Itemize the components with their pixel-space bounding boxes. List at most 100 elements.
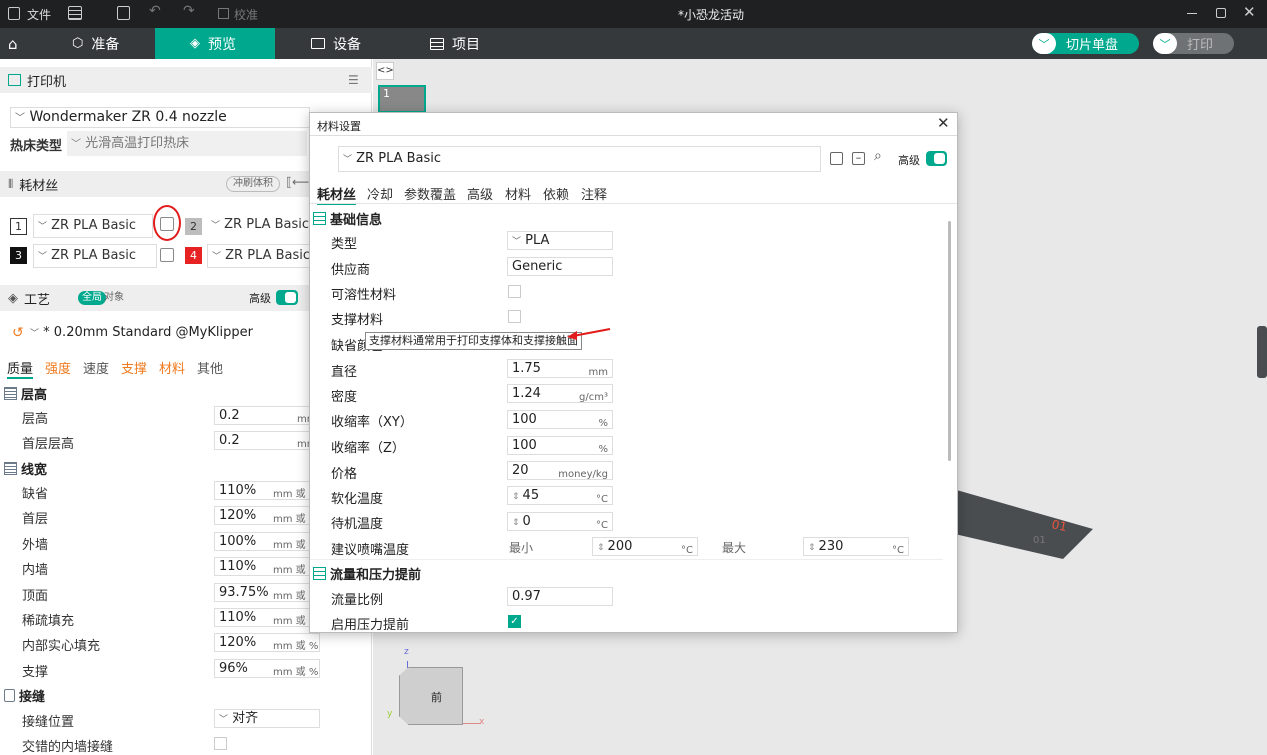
tab-quality[interactable]: 质量 [7,358,34,379]
type-select[interactable]: ﹀ PLA [507,231,613,250]
flow-ratio-input[interactable]: 0.97 [507,587,613,606]
file-menu[interactable]: 文件 [27,6,51,23]
idle-temp-label: 待机温度 [331,517,384,532]
softening-temp-input[interactable]: ⇕ 45 °C [507,486,613,505]
flush-volume-button[interactable]: 冲刷体积 [226,176,280,192]
delete-icon[interactable]: – [852,152,865,165]
home-tab[interactable]: ⌂ [8,28,18,59]
tab-speed[interactable]: 速度 [83,358,109,377]
filament-preset-select[interactable]: ﹀ ZR PLA Basic [338,146,821,172]
nozzle-temp-min-input[interactable]: ⇕ 200 °C [592,537,698,556]
line-width-first-layer-input[interactable]: 120% mm 或 % [214,506,320,526]
tab-cooling[interactable]: 冷却 [367,184,393,203]
tab-material[interactable]: 材料 [159,358,185,377]
tab-strength[interactable]: 强度 [45,358,71,377]
plate-thumbnail[interactable]: 1 [378,85,426,113]
chevron-down-icon[interactable]: ﹀ [1153,33,1177,54]
line-width-internal-solid-infill-input[interactable]: 120% mm 或 % [214,633,320,653]
printer-preset-select[interactable]: ﹀ Wondermaker ZR 0.4 nozzle [10,107,310,128]
line-width-top-surface-input[interactable]: 93.75% mm 或 % [214,582,320,602]
vendor-input[interactable]: Generic [507,257,613,276]
search-icon[interactable]: ⌕ [874,148,882,164]
filament-slot-3-swatch[interactable]: 3 [10,247,27,264]
chevron-down-icon: ﹀ [15,113,25,124]
close-icon[interactable]: ✕ [937,114,950,132]
tab-overrides[interactable]: 参数覆盖 [404,184,456,203]
filament-slot-1-swatch[interactable]: 1 [10,218,27,235]
tab-prepare[interactable]: ⬡ 准备 [72,28,119,59]
slice-plate-button[interactable]: ﹀ 切片单盘 [1032,33,1139,54]
maximize-icon[interactable] [1216,8,1226,18]
diameter-input[interactable]: 1.75 mm [507,359,613,378]
soluble-checkbox[interactable] [508,285,521,298]
idle-temp-input[interactable]: ⇕ 0 °C [507,512,613,531]
sync-icon[interactable]: ⟦⟵ [286,175,309,189]
density-input[interactable]: 1.24 g/cm³ [507,384,613,403]
tab-preview[interactable]: ◈ 预览 [155,28,275,59]
chevron-down-icon[interactable]: ﹀ [1032,33,1056,54]
line-width-default-input[interactable]: 110% mm 或 % [214,481,320,500]
shrinkage-xy-input[interactable]: 100% [507,410,613,429]
reset-icon[interactable]: ↺ [12,325,24,341]
filament-slot-2-swatch[interactable]: 2 [185,218,202,235]
tab-dependencies[interactable]: 依赖 [543,184,569,203]
first-layer-height-label: 首层层高 [22,437,75,452]
support-material-checkbox[interactable] [508,310,521,323]
tab-material[interactable]: 材料 [505,184,531,203]
staggered-seam-checkbox[interactable] [214,737,227,750]
tab-advanced[interactable]: 高级 [467,184,493,203]
filament-slot-4-select[interactable]: ﹀ ZR PLA Basic [207,244,312,268]
view-cube[interactable]: z x y 前 [387,647,484,727]
calibrate-menu[interactable]: 校准 [234,6,258,23]
save-icon[interactable] [830,152,843,165]
print-button[interactable]: ﹀ 打印 [1153,33,1234,54]
process-preset-select[interactable]: ﹀ * 0.20mm Standard @MyKlipper [30,325,310,340]
minimize-icon[interactable] [1187,13,1197,14]
tab-project[interactable]: 项目 [430,28,480,59]
dialog-scrollbar[interactable] [948,221,951,461]
pressure-advance-checkbox[interactable]: ✓ [508,615,521,628]
tab-support[interactable]: 支撑 [121,358,147,377]
seam-position-select[interactable]: ﹀ 对齐 [214,709,320,728]
menu-icon[interactable] [68,6,82,20]
tab-device[interactable]: 设备 [311,28,361,59]
line-width-outer-wall-input[interactable]: 100% mm 或 % [214,531,320,551]
line-width-support-input[interactable]: 96% mm 或 % [214,658,320,678]
redo-icon[interactable]: ↷ [183,3,195,19]
filament-slot-4-swatch[interactable]: 4 [185,247,202,264]
line-width-sparse-infill-input[interactable]: 110% mm 或 % [214,608,320,627]
spinner-icon[interactable]: ⇕ [512,492,520,502]
filament-slot-2-select[interactable]: ﹀ ZR PLA Basic [207,214,312,238]
line-width-default-value: 110% [219,483,257,498]
chevron-down-icon: ﹀ [30,329,40,339]
idle-temp-unit: °C [596,520,608,531]
filament-slot-3-select[interactable]: ﹀ ZR PLA Basic [33,244,157,268]
spinner-icon[interactable]: ⇕ [512,518,520,528]
filament-slot-1-select[interactable]: ﹀ ZR PLA Basic [33,214,153,238]
price-input[interactable]: 20 money/kg [507,461,613,480]
printer-settings-icon[interactable]: ☰ [348,73,359,87]
tab-filament[interactable]: 耗材丝 [317,184,357,205]
layer-height-input[interactable]: 0.2 mm [214,406,320,425]
layer-slider[interactable] [1257,326,1267,378]
idle-temp-value: 0 [522,514,531,529]
process-advanced-toggle[interactable] [276,290,298,305]
global-toggle[interactable]: 全局 [78,291,106,305]
spinner-icon[interactable]: ⇕ [808,543,816,553]
nozzle-temp-max-input[interactable]: ⇕ 230 °C [803,537,909,556]
save-icon[interactable] [117,6,130,20]
object-toggle[interactable]: 对象 [104,291,124,305]
shrinkage-z-input[interactable]: 100% [507,436,613,455]
bed-type-select[interactable]: ﹀ 光滑高温打印热床 [67,131,307,156]
spinner-icon[interactable]: ⇕ [597,543,605,553]
first-layer-height-input[interactable]: 0.2 mm [214,431,320,450]
edit-icon[interactable] [160,248,174,262]
collapse-sidebar-icon[interactable]: <> [376,62,394,80]
line-width-internal-solid-infill-label: 内部实心填充 [22,639,101,655]
tab-other[interactable]: 其他 [197,358,223,377]
tab-notes[interactable]: 注释 [581,184,607,203]
dialog-advanced-toggle[interactable] [926,151,947,166]
line-width-inner-wall-input[interactable]: 110% mm 或 % [214,557,320,577]
undo-icon[interactable]: ↶ [149,3,161,19]
close-window-icon[interactable]: ✕ [1243,3,1256,21]
